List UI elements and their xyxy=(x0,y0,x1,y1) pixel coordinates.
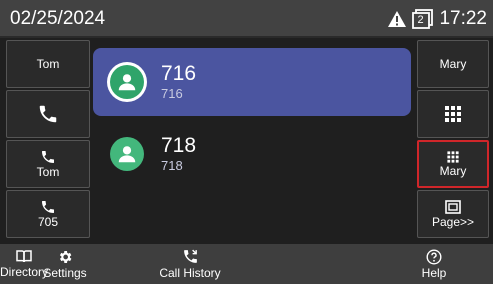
contact-list: 716 716 718 718 xyxy=(90,40,417,240)
status-date: 02/25/2024 xyxy=(10,8,106,29)
line-indicator-icon: 2 xyxy=(412,9,434,29)
contact-name: 718 xyxy=(161,134,197,157)
phone-icon xyxy=(40,199,56,215)
call-history-button[interactable]: Call History xyxy=(150,244,230,284)
left-key-4-label: 705 xyxy=(37,215,59,229)
help-button[interactable]: Help xyxy=(412,244,456,284)
phone-icon xyxy=(40,149,56,165)
right-key-2[interactable] xyxy=(417,90,489,138)
contact-number: 716 xyxy=(161,86,183,101)
warning-icon[interactable] xyxy=(387,10,407,28)
left-key-3[interactable]: Tom xyxy=(6,140,90,188)
call-history-icon xyxy=(182,248,199,265)
left-key-3-label: Tom xyxy=(36,165,60,179)
directory-label: Directory xyxy=(0,265,49,279)
directory-button[interactable]: Directory xyxy=(0,244,48,284)
right-key-1-label: Mary xyxy=(439,57,467,71)
right-softkeys: Mary Mary Page>> xyxy=(417,40,489,240)
page-icon xyxy=(445,199,461,215)
gear-icon xyxy=(57,249,73,265)
help-icon xyxy=(426,248,442,265)
left-key-1-label: Tom xyxy=(36,57,60,71)
dialpad-icon xyxy=(443,104,463,124)
avatar-icon xyxy=(110,137,144,171)
contact-number: 718 xyxy=(161,158,183,173)
line-number: 2 xyxy=(417,14,424,26)
right-key-4-label: Page>> xyxy=(431,214,475,229)
status-bar: 02/25/2024 2 17:22 xyxy=(0,0,493,38)
left-key-2[interactable] xyxy=(6,90,90,138)
contact-entry-718[interactable]: 718 718 xyxy=(93,120,411,188)
right-key-4[interactable]: Page>> xyxy=(417,190,489,238)
settings-label: Settings xyxy=(43,265,87,280)
contact-name: 716 xyxy=(161,62,197,85)
phone-icon xyxy=(37,103,59,125)
status-time: 17:22 xyxy=(439,8,487,29)
book-icon xyxy=(16,249,32,264)
call-history-label: Call History xyxy=(159,266,221,280)
left-key-1[interactable]: Tom xyxy=(6,40,90,88)
contact-entry-716[interactable]: 716 716 xyxy=(93,48,411,116)
right-key-3-label: Mary xyxy=(439,164,467,178)
dialpad-icon xyxy=(446,150,460,164)
status-icons: 2 17:22 xyxy=(387,8,487,30)
left-key-4[interactable]: 705 xyxy=(6,190,90,238)
right-key-1[interactable]: Mary xyxy=(417,40,489,88)
bottom-softkeys: Settings Call History Directory Help xyxy=(0,244,493,284)
right-key-3[interactable]: Mary xyxy=(417,140,489,188)
left-softkeys: Tom Tom 705 xyxy=(6,40,90,240)
avatar-icon xyxy=(110,65,144,99)
help-label: Help xyxy=(421,265,447,280)
